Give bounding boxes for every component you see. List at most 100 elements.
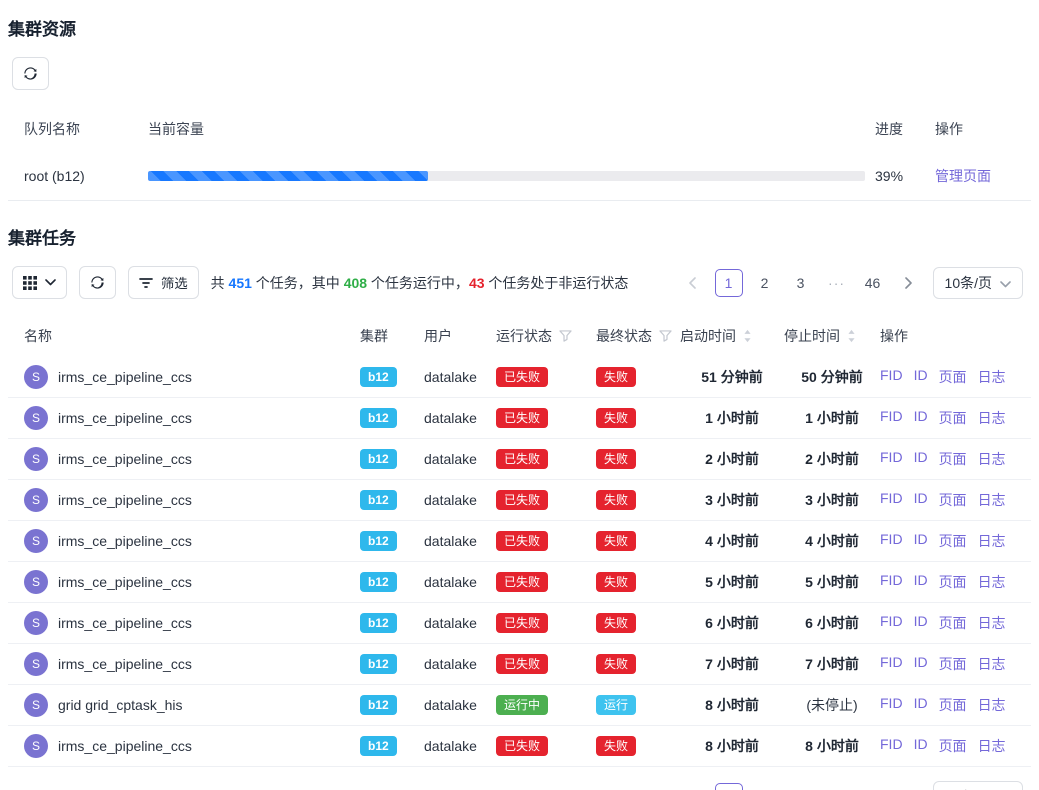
action-link-日志[interactable]: 日志 bbox=[978, 654, 1006, 674]
action-link-页面[interactable]: 页面 bbox=[939, 695, 967, 715]
page-ellipsis[interactable]: ··· bbox=[823, 783, 851, 790]
action-link-日志[interactable]: 日志 bbox=[978, 367, 1006, 387]
header-stop-time[interactable]: 停止时间 bbox=[784, 326, 880, 346]
page-button-1[interactable]: 1 bbox=[715, 269, 743, 297]
page-size-select[interactable]: 10条/页 bbox=[933, 781, 1023, 790]
manage-page-link[interactable]: 管理页面 bbox=[935, 168, 991, 184]
action-link-fid[interactable]: FID bbox=[880, 367, 903, 387]
final-status-badge: 运行 bbox=[596, 695, 636, 715]
stop-time: 5 小时前 bbox=[784, 572, 880, 592]
start-time: 1 小时前 bbox=[680, 408, 784, 428]
action-link-id[interactable]: ID bbox=[914, 531, 928, 551]
page-ellipsis[interactable]: ··· bbox=[823, 269, 851, 297]
final-status-badge: 失败 bbox=[596, 490, 636, 510]
run-status-badge: 已失败 bbox=[496, 736, 548, 756]
page-button-46[interactable]: 46 bbox=[859, 269, 887, 297]
action-link-fid[interactable]: FID bbox=[880, 695, 903, 715]
next-page-button[interactable] bbox=[895, 269, 923, 297]
action-link-页面[interactable]: 页面 bbox=[939, 367, 967, 387]
header-run-status[interactable]: 运行状态 bbox=[496, 326, 596, 346]
page-button-2[interactable]: 2 bbox=[751, 783, 779, 790]
run-status-badge: 已失败 bbox=[496, 449, 548, 469]
final-status-badge: 失败 bbox=[596, 449, 636, 469]
task-name: irms_ce_pipeline_ccs bbox=[58, 656, 192, 672]
action-link-id[interactable]: ID bbox=[914, 613, 928, 633]
refresh-icon bbox=[23, 66, 38, 81]
tasks-table-body: S irms_ce_pipeline_ccs b12 datalake 已失败 … bbox=[8, 357, 1031, 767]
action-link-fid[interactable]: FID bbox=[880, 736, 903, 756]
user-name: datalake bbox=[424, 492, 496, 508]
header-actions: 操作 bbox=[880, 326, 1023, 346]
prev-page-button[interactable] bbox=[679, 269, 707, 297]
action-link-页面[interactable]: 页面 bbox=[939, 449, 967, 469]
action-link-页面[interactable]: 页面 bbox=[939, 736, 967, 756]
header-start-time[interactable]: 启动时间 bbox=[680, 326, 784, 346]
action-link-日志[interactable]: 日志 bbox=[978, 449, 1006, 469]
page-button-3[interactable]: 3 bbox=[787, 783, 815, 790]
row-actions: FID ID 页面日志 bbox=[880, 613, 1023, 633]
action-link-fid[interactable]: FID bbox=[880, 613, 903, 633]
page-button-3[interactable]: 3 bbox=[787, 269, 815, 297]
action-link-页面[interactable]: 页面 bbox=[939, 408, 967, 428]
action-link-fid[interactable]: FID bbox=[880, 408, 903, 428]
action-link-id[interactable]: ID bbox=[914, 695, 928, 715]
task-name: irms_ce_pipeline_ccs bbox=[58, 451, 192, 467]
action-link-日志[interactable]: 日志 bbox=[978, 572, 1006, 592]
filter-button[interactable]: 筛选 bbox=[128, 266, 199, 299]
user-name: datalake bbox=[424, 697, 496, 713]
cluster-badge: b12 bbox=[360, 449, 397, 469]
start-time: 2 小时前 bbox=[680, 449, 784, 469]
page-size-select[interactable]: 10条/页 bbox=[933, 267, 1023, 299]
page-button-2[interactable]: 2 bbox=[751, 269, 779, 297]
task-name: irms_ce_pipeline_ccs bbox=[58, 738, 192, 754]
cluster-resources-table: 队列名称 当前容量 进度 操作 root (b12) 39% 管理页面 bbox=[8, 106, 1031, 201]
column-layout-dropdown-button[interactable] bbox=[12, 266, 67, 299]
action-link-页面[interactable]: 页面 bbox=[939, 654, 967, 674]
action-link-页面[interactable]: 页面 bbox=[939, 531, 967, 551]
action-link-页面[interactable]: 页面 bbox=[939, 613, 967, 633]
avatar: S bbox=[24, 529, 48, 553]
cluster-badge: b12 bbox=[360, 367, 397, 387]
action-link-fid[interactable]: FID bbox=[880, 572, 903, 592]
run-status-badge: 已失败 bbox=[496, 531, 548, 551]
prev-page-button[interactable] bbox=[679, 783, 707, 790]
action-link-fid[interactable]: FID bbox=[880, 449, 903, 469]
refresh-tasks-button[interactable] bbox=[79, 266, 116, 299]
action-link-id[interactable]: ID bbox=[914, 367, 928, 387]
action-link-fid[interactable]: FID bbox=[880, 531, 903, 551]
action-link-fid[interactable]: FID bbox=[880, 654, 903, 674]
tasks-header-row: 名称 集群 用户 运行状态 最终状态 启动时间 停止时间 操作 bbox=[8, 315, 1031, 357]
action-link-页面[interactable]: 页面 bbox=[939, 490, 967, 510]
run-status-badge: 已失败 bbox=[496, 613, 548, 633]
action-link-id[interactable]: ID bbox=[914, 408, 928, 428]
page-button-46[interactable]: 46 bbox=[859, 783, 887, 790]
action-link-fid[interactable]: FID bbox=[880, 490, 903, 510]
row-actions: FID ID 页面日志 bbox=[880, 695, 1023, 715]
pagination-top: 123 ··· 46 bbox=[679, 269, 923, 297]
action-link-日志[interactable]: 日志 bbox=[978, 613, 1006, 633]
action-link-日志[interactable]: 日志 bbox=[978, 490, 1006, 510]
row-actions: FID ID 页面日志 bbox=[880, 408, 1023, 428]
task-name: irms_ce_pipeline_ccs bbox=[58, 369, 192, 385]
action-link-id[interactable]: ID bbox=[914, 572, 928, 592]
action-link-id[interactable]: ID bbox=[914, 449, 928, 469]
action-link-id[interactable]: ID bbox=[914, 654, 928, 674]
page-button-1[interactable]: 1 bbox=[715, 783, 743, 790]
action-link-日志[interactable]: 日志 bbox=[978, 736, 1006, 756]
stop-time: 7 小时前 bbox=[784, 654, 880, 674]
action-link-日志[interactable]: 日志 bbox=[978, 408, 1006, 428]
refresh-resources-button[interactable] bbox=[12, 57, 49, 90]
start-time: 8 小时前 bbox=[680, 695, 784, 715]
action-link-日志[interactable]: 日志 bbox=[978, 695, 1006, 715]
action-link-日志[interactable]: 日志 bbox=[978, 531, 1006, 551]
chevron-down-icon bbox=[1000, 275, 1011, 291]
start-time: 6 小时前 bbox=[680, 613, 784, 633]
run-status-badge: 已失败 bbox=[496, 367, 548, 387]
table-row: S irms_ce_pipeline_ccs b12 datalake 已失败 … bbox=[8, 521, 1031, 562]
next-page-button[interactable] bbox=[895, 783, 923, 790]
action-link-id[interactable]: ID bbox=[914, 490, 928, 510]
action-link-id[interactable]: ID bbox=[914, 736, 928, 756]
running-tasks-count: 408 bbox=[344, 275, 367, 291]
action-link-页面[interactable]: 页面 bbox=[939, 572, 967, 592]
header-final-status[interactable]: 最终状态 bbox=[596, 326, 680, 346]
